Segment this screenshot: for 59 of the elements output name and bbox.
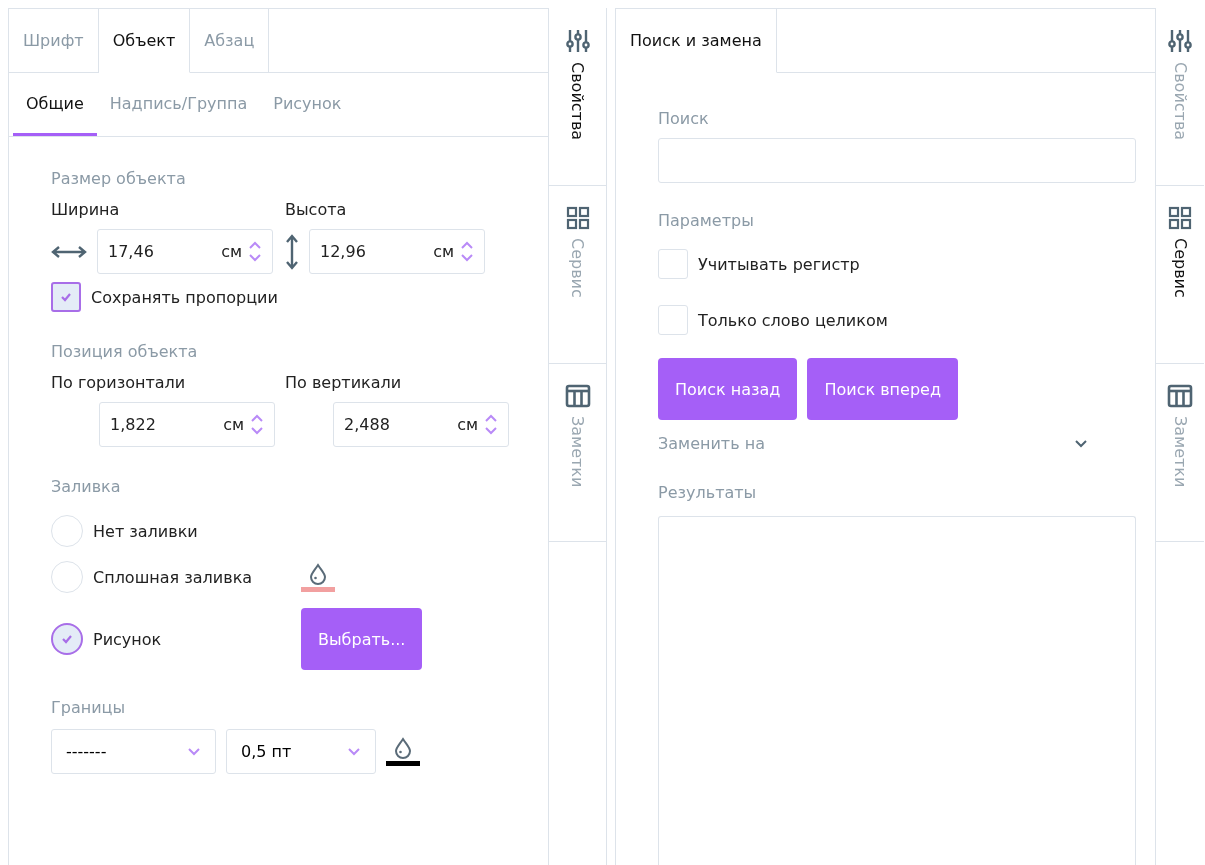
grid-icon xyxy=(1168,206,1192,230)
caret-down-icon[interactable] xyxy=(460,253,474,262)
field-label: Высота xyxy=(285,200,348,219)
replace-expander[interactable]: Заменить на xyxy=(658,434,1088,453)
caret-up-icon[interactable] xyxy=(484,414,498,423)
tab[interactable]: Шрифт xyxy=(9,9,99,73)
subtab[interactable]: Общие xyxy=(13,73,97,136)
caret-up-icon[interactable] xyxy=(460,241,474,250)
checkbox[interactable] xyxy=(51,282,81,312)
line-style-dropdown[interactable]: ------- xyxy=(51,729,216,774)
checkbox-label: Только слово целиком xyxy=(698,310,888,330)
sliders-icon xyxy=(565,28,590,54)
line-width-dropdown[interactable]: 0,5 пт xyxy=(226,729,376,774)
grid-icon xyxy=(565,206,590,230)
chevron-icon xyxy=(1074,439,1088,448)
caret-down-icon[interactable] xyxy=(248,253,262,262)
horizontal-arrow-icon xyxy=(51,244,87,259)
checkbox-label: Учитывать регистр xyxy=(698,254,860,274)
section-title: Границы xyxy=(51,698,127,717)
tab[interactable]: Абзац xyxy=(190,9,270,73)
section-title: Позиция объекта xyxy=(51,342,199,361)
sliders-icon xyxy=(1168,28,1192,54)
caret-down-icon[interactable] xyxy=(250,426,264,435)
columns-icon xyxy=(1167,384,1193,408)
check-icon xyxy=(60,633,74,645)
border-color-button[interactable] xyxy=(386,735,420,768)
radio-label: Сплошная заливка xyxy=(93,567,253,587)
radio-label: Нет заливки xyxy=(93,521,198,541)
field-label: Поиск xyxy=(658,109,710,128)
field-label: По горизонтали xyxy=(51,373,187,392)
section-title: Параметры xyxy=(658,211,755,230)
search-button[interactable]: Поиск назад xyxy=(658,358,798,420)
number-field[interactable]: 12,96 см xyxy=(309,229,485,274)
section-title: Заливка xyxy=(51,477,122,496)
subtab[interactable]: Рисунок xyxy=(260,73,355,136)
drop-icon xyxy=(307,562,329,585)
number-field[interactable]: 1,822 см xyxy=(99,402,275,447)
caret-down-icon[interactable] xyxy=(484,426,498,435)
radio-label: Рисунок xyxy=(93,629,162,649)
field-label: Ширина xyxy=(51,200,121,219)
choose-button[interactable]: Выбрать... xyxy=(301,608,423,670)
search-field[interactable] xyxy=(658,138,1136,183)
caret-down-icon[interactable] xyxy=(347,747,361,756)
search-button[interactable]: Поиск вперед xyxy=(807,358,958,420)
number-field[interactable]: 17,46 см xyxy=(97,229,273,274)
caret-up-icon[interactable] xyxy=(250,414,264,423)
caret-down-icon[interactable] xyxy=(187,747,201,756)
section-title: Размер объекта xyxy=(51,169,187,188)
radio-button[interactable] xyxy=(51,623,83,655)
number-field[interactable]: 2,488 см xyxy=(333,402,509,447)
check-icon xyxy=(59,291,73,303)
subtab[interactable]: Надпись/Группа xyxy=(96,73,261,136)
field-label: По вертикали xyxy=(285,373,403,392)
drop-icon xyxy=(392,737,414,759)
checkbox-label: Сохранять пропорции xyxy=(91,287,278,307)
caret-up-icon[interactable] xyxy=(248,241,262,250)
vertical-arrow-icon xyxy=(285,233,299,270)
field-label: Результаты xyxy=(658,483,758,502)
columns-icon xyxy=(564,384,591,408)
